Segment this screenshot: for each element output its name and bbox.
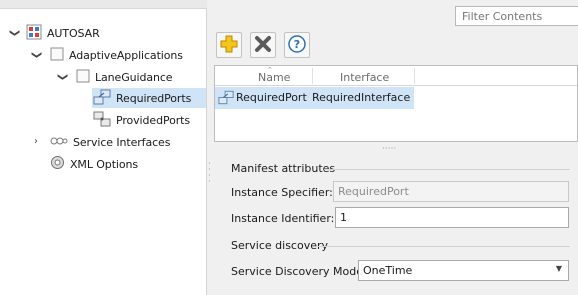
service-discovery-mode-dropdown[interactable]: OneTime ▼	[358, 260, 569, 281]
tree-node-autosar[interactable]: ❯ AUTOSAR	[8, 23, 100, 43]
column-header-interface[interactable]: Interface	[340, 71, 389, 84]
autosar-package-icon	[26, 24, 42, 43]
help-icon: ?	[288, 34, 306, 56]
tree-node-label: AdaptiveApplications	[69, 48, 183, 62]
required-port-icon	[218, 90, 234, 108]
column-separator[interactable]	[312, 68, 313, 84]
service-discovery-heading: Service discovery	[231, 239, 329, 252]
table-header: ⌃ Name Interface	[215, 66, 577, 86]
horizontal-splitter-handle[interactable]: ·····	[382, 144, 396, 154]
properties-pane: ? ⌃ Name Interface RequiredPort Required…	[207, 0, 578, 295]
manifest-attributes-heading: Manifest attributes	[231, 162, 336, 175]
instance-specifier-label: Instance Specifier:	[231, 186, 333, 199]
service-discovery-mode-label: Service Discovery Mode:	[231, 265, 367, 278]
cell-name: RequiredPort	[236, 91, 307, 104]
chevron-down-icon[interactable]: ❯	[30, 49, 42, 61]
vertical-splitter-handle[interactable]: · · · ·	[207, 152, 215, 295]
delete-x-icon	[254, 35, 272, 56]
service-interfaces-icon	[50, 135, 68, 150]
chevron-down-icon[interactable]: ❯	[56, 71, 68, 83]
delete-button[interactable]	[250, 32, 276, 58]
section-divider	[316, 246, 570, 247]
tree-node-label: RequiredPorts	[116, 91, 192, 105]
required-port-icon	[93, 89, 111, 108]
tree-node-label: XML Options	[70, 157, 138, 171]
tree-node-label: AUTOSAR	[47, 26, 100, 40]
plus-icon	[220, 35, 238, 56]
cell-interface: RequiredInterface	[312, 91, 411, 104]
tree-node-label: ProvidedPorts	[116, 113, 190, 127]
tree-node-provided-ports[interactable]: ProvidedPorts	[92, 110, 190, 130]
tree-node-required-ports[interactable]: RequiredPorts	[92, 88, 206, 108]
tree-node-service-interfaces[interactable]: › Service Interfaces	[30, 132, 170, 152]
section-divider	[324, 169, 570, 170]
tree-node-label: Service Interfaces	[73, 135, 171, 149]
svg-text:?: ?	[294, 38, 300, 51]
instance-specifier-field: RequiredPort	[333, 181, 569, 202]
tree-node-label: LaneGuidance	[95, 70, 173, 84]
add-button[interactable]	[216, 32, 242, 58]
dropdown-selected-value: OneTime	[363, 264, 413, 277]
chevron-down-icon: ▼	[555, 264, 562, 273]
column-separator[interactable]	[414, 68, 415, 84]
tree-node-xml-options[interactable]: XML Options	[50, 154, 138, 174]
help-button[interactable]: ?	[284, 32, 310, 58]
tree-node-adaptive-applications[interactable]: ❯ AdaptiveApplications	[30, 45, 183, 65]
instance-identifier-field[interactable]: 1	[335, 207, 569, 228]
component-icon	[76, 69, 90, 86]
filter-contents-input[interactable]	[455, 6, 578, 26]
ports-table: ⌃ Name Interface RequiredPort RequiredIn…	[214, 65, 578, 142]
chevron-right-icon[interactable]: ›	[30, 136, 42, 148]
table-row[interactable]: RequiredPort RequiredInterface	[215, 87, 414, 109]
chevron-down-icon[interactable]: ❯	[8, 27, 20, 39]
column-header-name[interactable]: Name	[258, 71, 290, 84]
gear-icon	[50, 155, 65, 173]
tree-header-bar	[0, 0, 207, 9]
instance-identifier-label: Instance Identifier:	[231, 212, 335, 225]
tree-node-lane-guidance[interactable]: ❯ LaneGuidance	[56, 67, 173, 87]
folder-icon	[50, 47, 64, 64]
model-tree: ❯ AUTOSAR ❯ AdaptiveApplications ❯ LaneG…	[0, 0, 207, 295]
provided-port-icon	[93, 111, 111, 130]
filter-bar	[207, 0, 578, 27]
